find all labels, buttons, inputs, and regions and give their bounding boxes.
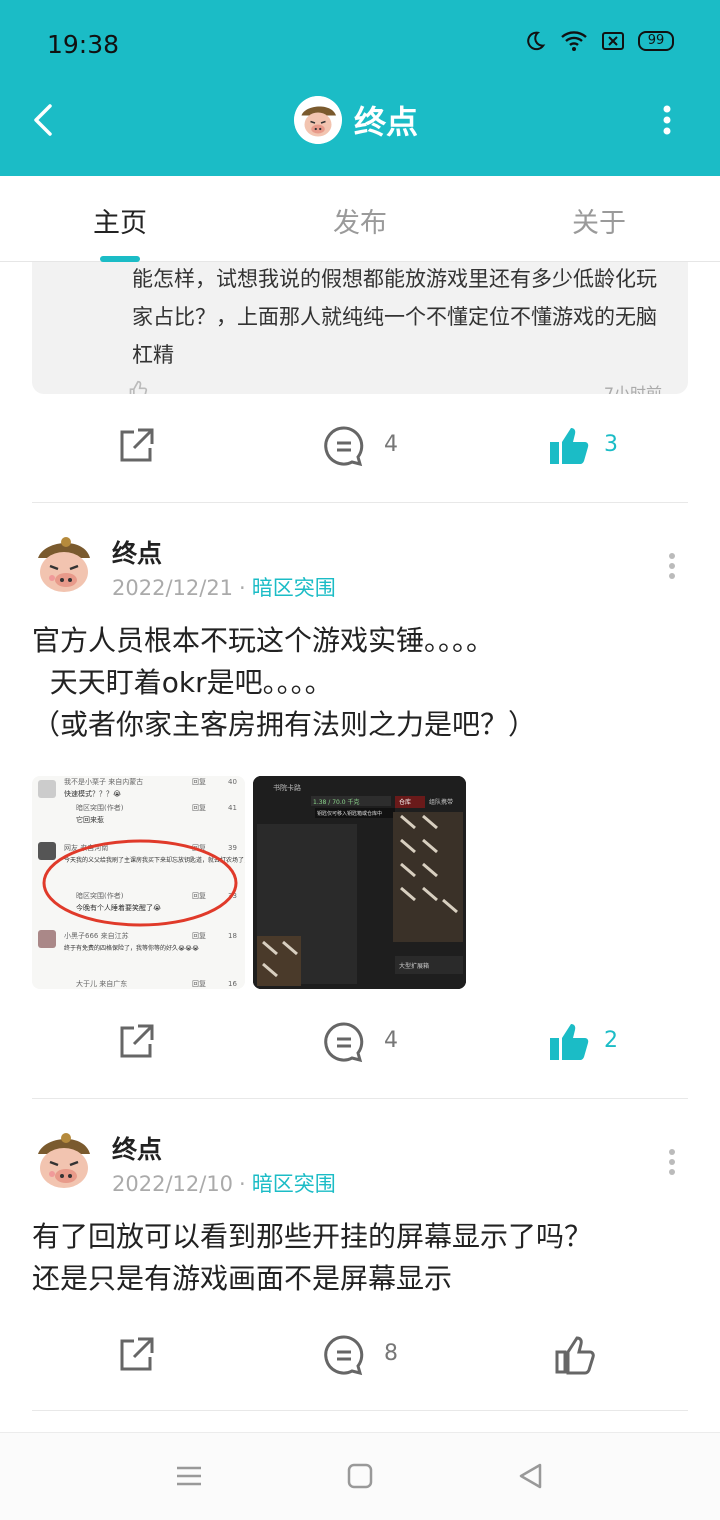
system-nav-bar [0, 1432, 720, 1520]
post-channel[interactable]: 暗区突围 [252, 576, 336, 600]
nav-bar: 终点 [0, 88, 720, 176]
divider [32, 1410, 688, 1411]
post-channel[interactable]: 暗区突围 [252, 1172, 336, 1196]
post-line: 有了回放可以看到那些开挂的屏幕显示了吗？ [32, 1220, 593, 1253]
comment-icon[interactable] [322, 424, 366, 468]
tab-home[interactable]: 主页 [93, 201, 147, 240]
game-hint: 钥匙仅可移入钥匙箱或仓库中 [317, 810, 382, 817]
page-title: 终点 [354, 103, 419, 141]
status-bar: 19:38 99 [0, 0, 720, 88]
game-title: 书院卡路 [273, 783, 301, 792]
quoted-comment-time: 7小时前 [603, 384, 662, 394]
post-line: 官方人员根本不玩这个游戏实锤。。。。 [32, 624, 495, 657]
post-meta: 2022/12/10 · 暗区突围 [112, 1168, 336, 1198]
profile-tabs: 主页 发布 关于 [0, 176, 720, 262]
battery-indicator: 99 [638, 31, 674, 51]
author-avatar[interactable] [32, 1130, 96, 1194]
post-image-game[interactable]: 书院卡路 1.38 / 70.0 千克 仓库 组队携带 钥匙仅可移入钥匙箱或仓库… [253, 776, 466, 989]
post-meta: 2022/12/21 · 暗区突围 [112, 572, 336, 602]
author-avatar[interactable] [32, 534, 96, 598]
wifi-icon [561, 31, 587, 51]
tab-posts[interactable]: 发布 [333, 201, 387, 240]
post-date: 2022/12/10 [112, 1172, 234, 1196]
post-image-comments[interactable]: 我不是小栗子 来自内蒙古 回复 40 快速模式？？？😭 暗区突围(作者) 回复 … [32, 776, 245, 989]
post-actions: 8 [0, 1327, 720, 1387]
share-icon[interactable] [114, 1020, 158, 1064]
meta-separator: · [239, 576, 246, 600]
share-icon[interactable] [114, 424, 158, 468]
thumbs-up-icon [129, 380, 148, 394]
post-header: 终点 2022/12/10 · 暗区突围 [0, 1130, 720, 1210]
shot-likes: 39 [228, 844, 237, 852]
shot-name: 大于儿 来自广东 [76, 979, 127, 988]
post-body[interactable]: 有了回放可以看到那些开挂的屏幕显示了吗？ 还是只是有游戏画面不是屏幕显示 [32, 1216, 692, 1300]
user-avatar[interactable] [294, 96, 342, 144]
shot-reply: 回复 [192, 803, 206, 812]
app-header: 19:38 99 终点 [0, 0, 720, 176]
more-vertical-icon[interactable] [660, 102, 674, 138]
game-footer: 大型扩展箱 [399, 962, 429, 970]
comment-count: 4 [384, 432, 398, 457]
game-capacity: 1.38 / 70.0 千克 [313, 798, 359, 806]
post-body[interactable]: 官方人员根本不玩这个游戏实锤。。。。 天天盯着okr是吧。。。。 （或者你家主客… [32, 620, 692, 746]
shot-reply: 回复 [192, 931, 206, 940]
shot-reply: 回复 [192, 777, 206, 786]
shot-name: 暗区突围(作者) [76, 803, 124, 812]
comment-icon[interactable] [322, 1020, 366, 1064]
shot-likes: 16 [228, 980, 237, 988]
share-icon[interactable] [114, 1333, 158, 1377]
sim-icon [602, 32, 624, 50]
title-group: 终点 [294, 96, 418, 144]
shot-reply: 回复 [192, 979, 206, 988]
quoted-comment-text: 能怎样，试想我说的假想都能放游戏里还有多少低龄化玩家占比？，上面那人就纯纯一个不… [132, 267, 657, 367]
post-line: 还是只是有游戏画面不是屏幕显示 [32, 1262, 453, 1295]
moon-icon [527, 31, 546, 51]
author-name[interactable]: 终点 [112, 534, 162, 570]
back-triangle-icon[interactable] [516, 1461, 546, 1491]
home-square-icon[interactable] [345, 1461, 375, 1491]
game-tab: 仓库 [399, 798, 411, 806]
more-vertical-icon[interactable] [668, 552, 676, 580]
game-tab: 组队携带 [429, 798, 453, 806]
menu-icon[interactable] [174, 1461, 204, 1491]
shot-likes: 18 [228, 932, 237, 940]
post-date: 2022/12/21 [112, 576, 234, 600]
more-vertical-icon[interactable] [668, 1148, 676, 1176]
post-actions: 4 2 [0, 1014, 720, 1074]
comment-count: 8 [384, 1341, 398, 1366]
back-arrow-icon[interactable] [28, 102, 64, 138]
post-actions: 4 3 [0, 418, 720, 478]
thumbs-up-icon[interactable] [554, 1333, 598, 1377]
shot-reply: 回复 [192, 891, 206, 900]
shot-text: 快速模式？？？😭 [64, 789, 121, 798]
comment-count: 4 [384, 1028, 398, 1053]
divider [32, 1098, 688, 1099]
meta-separator: · [239, 1172, 246, 1196]
tab-about[interactable]: 关于 [572, 201, 626, 240]
shot-name: 小黑子666 来自江苏 [64, 931, 129, 940]
shot-name: 我不是小栗子 来自内蒙古 [64, 777, 143, 786]
like-count: 2 [604, 1028, 618, 1053]
post-line: （或者你家主客房拥有法则之力是吧？） [32, 708, 537, 741]
shot-name: 暗区突围(作者) [76, 891, 124, 900]
shot-text: 终于有免费的四格保险了，我等你等的好久😭😭😭 [64, 944, 199, 952]
shot-likes: 40 [228, 778, 237, 786]
shot-text: 它回来惹 [76, 815, 104, 824]
post-header: 终点 2022/12/21 · 暗区突围 [0, 534, 720, 614]
thumbs-up-filled-icon[interactable] [548, 424, 592, 468]
shot-likes: 41 [228, 804, 237, 812]
quoted-comment[interactable]: 能怎样，试想我说的假想都能放游戏里还有多少低龄化玩家占比？，上面那人就纯纯一个不… [32, 262, 688, 394]
divider [32, 502, 688, 503]
status-time: 19:38 [47, 30, 120, 59]
status-icons: 99 [524, 30, 674, 52]
post-line: 天天盯着okr是吧。。。。 [32, 666, 333, 699]
thumbs-up-filled-icon[interactable] [548, 1020, 592, 1064]
shot-text: 今晚有个人睡着要笑醒了😭 [76, 903, 161, 912]
like-count: 3 [604, 432, 618, 457]
comment-icon[interactable] [322, 1333, 366, 1377]
author-name[interactable]: 终点 [112, 1130, 162, 1166]
